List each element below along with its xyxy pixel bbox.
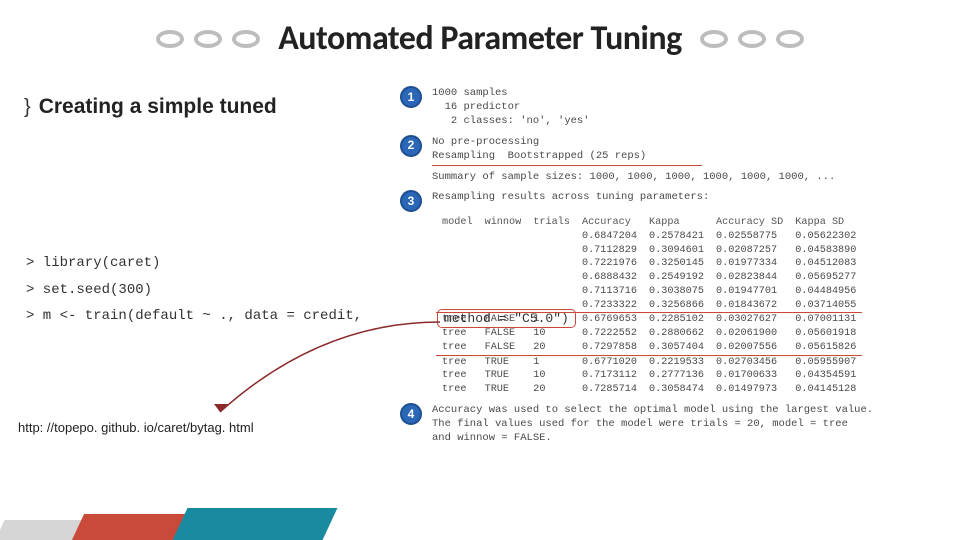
- oval-icon: [776, 30, 804, 48]
- console-output: 1 1000 samples 16 predictor 2 classes: '…: [400, 86, 960, 446]
- code-line: > library(caret): [26, 250, 362, 277]
- oval-icon: [194, 30, 222, 48]
- code-line: > set.seed(300): [26, 277, 362, 304]
- table-body: 0.68472040.25784210.025587750.05622302 0…: [436, 230, 862, 397]
- divider: [432, 165, 702, 166]
- step-badge-1: 1: [400, 86, 422, 108]
- slide-title: Automated Parameter Tuning: [278, 18, 682, 59]
- output-line: 2 classes: 'no', 'yes': [432, 114, 960, 128]
- output-line: No pre-processing: [432, 135, 960, 149]
- bullet-text: Creating a simple tuned: [39, 95, 277, 119]
- table-row: 0.71137160.30380750.019477010.04484956: [436, 285, 862, 299]
- output-line: Summary of sample sizes: 1000, 1000, 100…: [432, 170, 960, 184]
- output-line: 1000 samples: [432, 86, 960, 100]
- step-badge-4: 4: [400, 403, 422, 425]
- oval-icon: [738, 30, 766, 48]
- col-accuracy: Accuracy: [576, 216, 643, 230]
- table-row: 0.68884320.25491920.028238440.05695277: [436, 271, 862, 285]
- right-ovals: [700, 30, 804, 48]
- output-line: and winnow = FALSE.: [432, 431, 960, 445]
- table-row: treeFALSE10.67696530.22851020.030276270.…: [436, 313, 862, 327]
- oval-icon: [700, 30, 728, 48]
- table-row: treeFALSE200.72978580.30574040.020075560…: [436, 341, 862, 355]
- table-row: treeTRUE100.71731120.27771360.017006330.…: [436, 369, 862, 383]
- oval-icon: [156, 30, 184, 48]
- results-table: model winnow trials Accuracy Kappa Accur…: [436, 216, 862, 397]
- output-line: 16 predictor: [432, 100, 960, 114]
- col-kappa: Kappa: [643, 216, 710, 230]
- table-row: 0.68472040.25784210.025587750.05622302: [436, 230, 862, 244]
- code-line: > m <- train(default ~ ., data = credit,: [26, 303, 362, 330]
- step-badge-3: 3: [400, 190, 422, 212]
- step-3: 3 Resampling results across tuning param…: [400, 190, 960, 212]
- col-accuracy-sd: Accuracy SD: [710, 216, 789, 230]
- output-line: Resampling Bootstrapped (25 reps): [432, 149, 960, 163]
- output-line: Accuracy was used to select the optimal …: [432, 403, 960, 417]
- slide-header: Automated Parameter Tuning: [0, 0, 960, 67]
- col-winnow: winnow: [479, 216, 528, 230]
- oval-icon: [232, 30, 260, 48]
- col-trials: trials: [527, 216, 576, 230]
- table-row: treeTRUE10.67710200.22195330.027034560.0…: [436, 355, 862, 369]
- deco-bar-teal: [173, 508, 338, 540]
- left-ovals: [156, 30, 260, 48]
- table-row: 0.72219760.32501450.019773340.04512083: [436, 257, 862, 271]
- table-row: treeTRUE200.72857140.30584740.014979730.…: [436, 383, 862, 397]
- output-line: Resampling results across tuning paramet…: [432, 190, 960, 204]
- step-badge-2: 2: [400, 135, 422, 157]
- col-model: model: [436, 216, 479, 230]
- bullet-glyph: }: [24, 96, 31, 119]
- output-line: The final values used for the model were…: [432, 417, 960, 431]
- r-code-block: > library(caret) > set.seed(300) > m <- …: [26, 250, 362, 330]
- table-row: 0.71128290.30946010.020872570.04583890: [436, 244, 862, 258]
- step-4: 4 Accuracy was used to select the optima…: [400, 403, 960, 446]
- step-2: 2 No pre-processing Resampling Bootstrap…: [400, 135, 960, 185]
- table-row: treeFALSE100.72225520.28806620.020619000…: [436, 327, 862, 341]
- footer-decoration: [0, 480, 420, 540]
- table-row: 0.72333220.32568660.018436720.03714055: [436, 299, 862, 313]
- table-header-row: model winnow trials Accuracy Kappa Accur…: [436, 216, 862, 230]
- reference-url: http: //topepo. github. io/caret/bytag. …: [18, 420, 254, 435]
- col-kappa-sd: Kappa SD: [789, 216, 862, 230]
- step-1: 1 1000 samples 16 predictor 2 classes: '…: [400, 86, 960, 129]
